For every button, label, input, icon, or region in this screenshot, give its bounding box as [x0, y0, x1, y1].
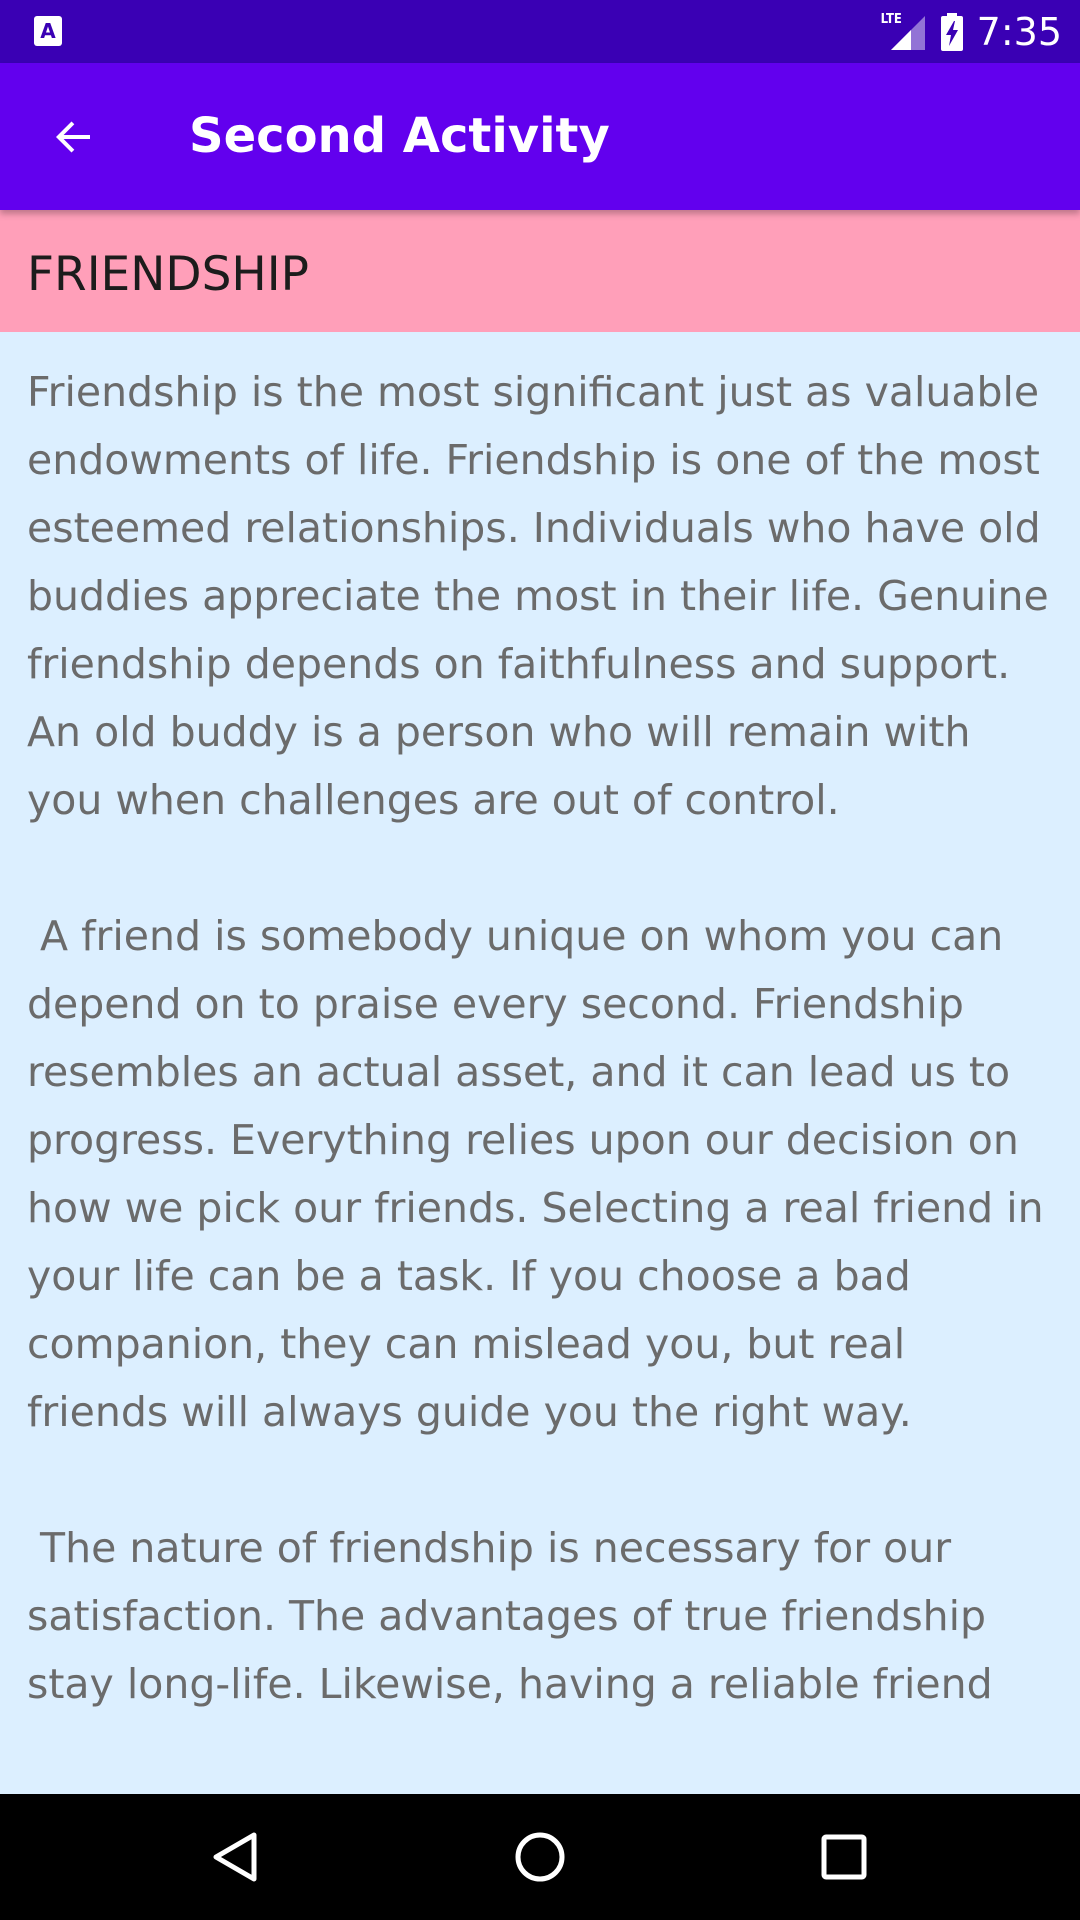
- navigation-bar: [0, 1794, 1080, 1920]
- paragraph-3: The nature of friendship is necessary fo…: [27, 1524, 1000, 1708]
- paragraph-1: Friendship is the most significant just …: [27, 368, 1049, 824]
- recents-square-icon: [821, 1834, 867, 1880]
- status-time: 7:35: [976, 9, 1062, 54]
- nav-home-button[interactable]: [497, 1814, 583, 1900]
- back-triangle-icon: [213, 1832, 257, 1882]
- screen: A LTE 7:35 Second Activity FRIENDSHIP Fr…: [0, 0, 1080, 1920]
- status-bar: A LTE 7:35: [0, 0, 1080, 63]
- notification-a-icon: A: [34, 16, 62, 46]
- section-header: FRIENDSHIP: [0, 210, 1080, 332]
- home-circle-icon: [515, 1832, 565, 1882]
- app-bar: Second Activity: [0, 63, 1080, 210]
- paragraph-2: A friend is somebody unique on whom you …: [27, 912, 1057, 1436]
- lte-signal-icon: LTE: [881, 12, 927, 52]
- nav-recents-button[interactable]: [801, 1814, 887, 1900]
- battery-charging-icon: [940, 12, 963, 51]
- section-title: FRIENDSHIP: [27, 247, 309, 302]
- arrow-back-icon: [56, 121, 90, 153]
- article-body: Friendship is the most significant just …: [27, 358, 1057, 1794]
- nav-back-button[interactable]: [193, 1814, 279, 1900]
- status-icons: LTE 7:35: [881, 0, 1062, 63]
- back-button[interactable]: [36, 99, 112, 175]
- app-title: Second Activity: [189, 108, 610, 164]
